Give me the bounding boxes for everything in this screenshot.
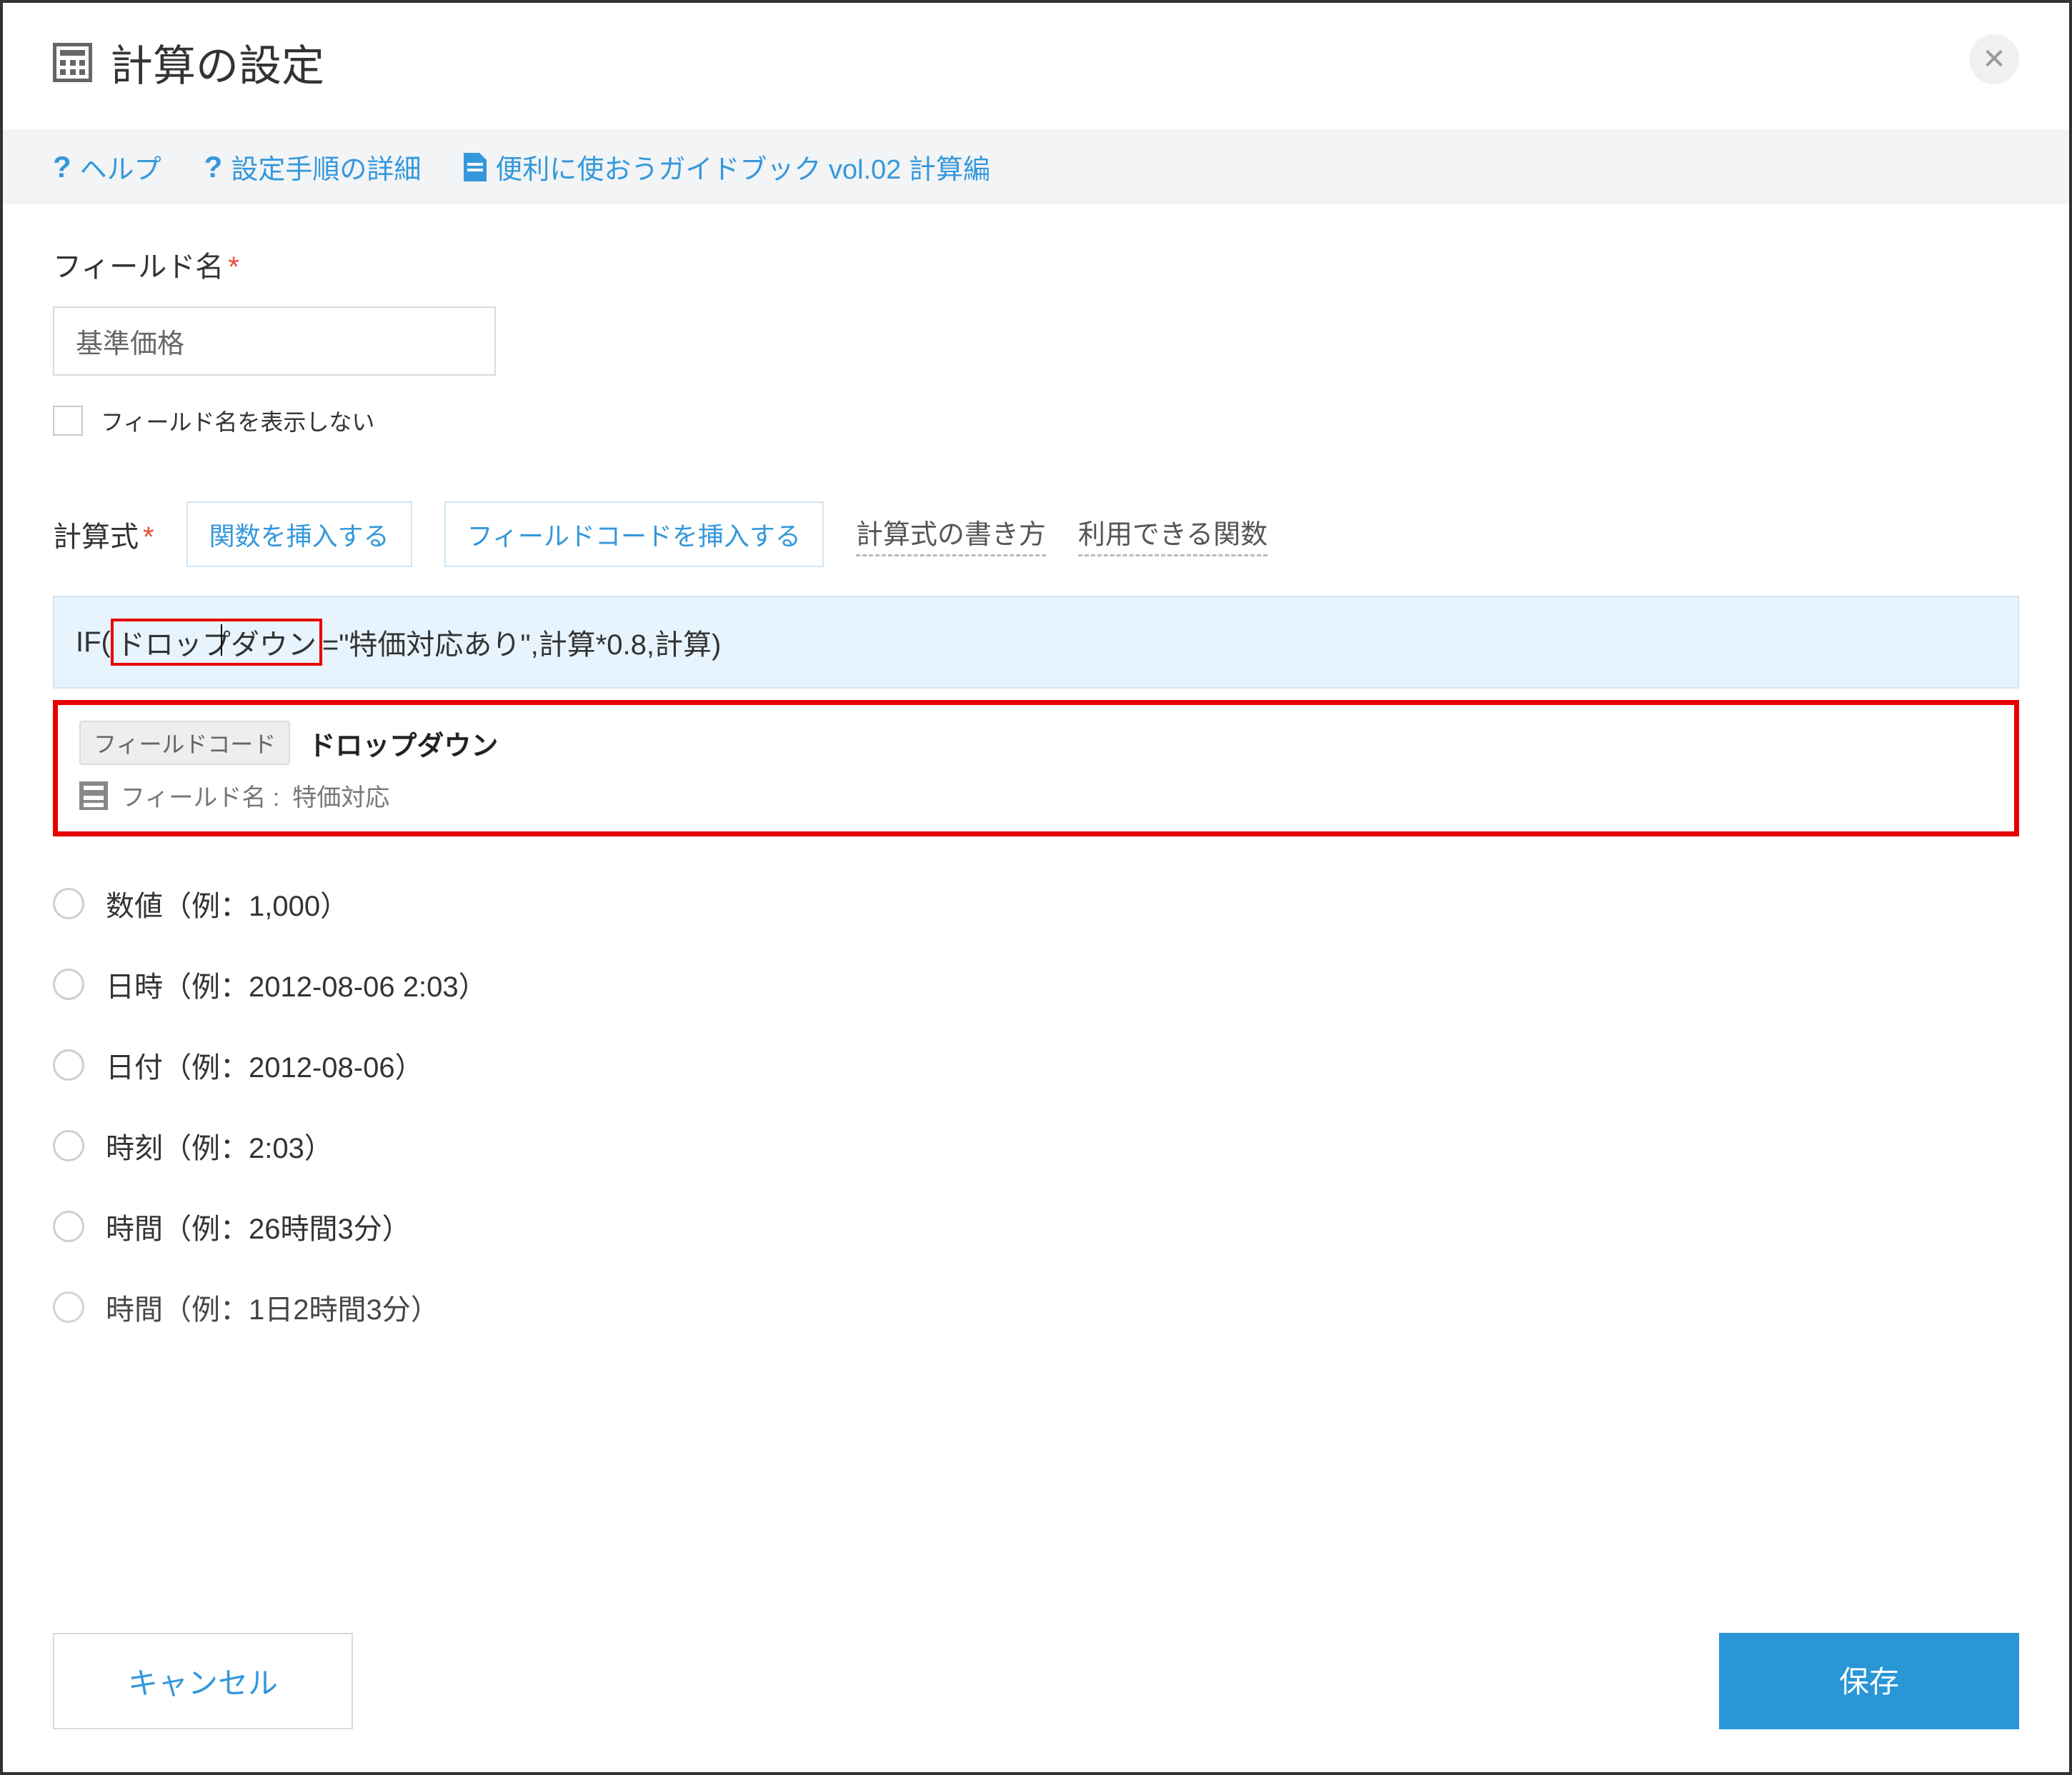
formula-text-prefix: IF( bbox=[76, 626, 111, 659]
text-caret bbox=[221, 624, 222, 656]
radio-label: 時刻（例：2:03） bbox=[106, 1125, 333, 1166]
formula-highlighted-token: ドロップダウン bbox=[111, 619, 322, 666]
help-detail-label: 設定手順の詳細 bbox=[231, 147, 421, 186]
insert-fieldcode-button[interactable]: フィールドコードを挿入する bbox=[444, 501, 824, 567]
question-icon: ? bbox=[204, 150, 223, 184]
fieldcode-tooltip-panel: フィールドコード ドロップダウン フィールド名 : 特価対応 bbox=[53, 700, 2019, 836]
radio-icon bbox=[53, 1291, 84, 1323]
formula-header-row: 計算式* 関数を挿入する フィールドコードを挿入する 計算式の書き方 利用できる… bbox=[53, 501, 2019, 567]
radio-option-duration-hm[interactable]: 時間（例：26時間3分） bbox=[53, 1206, 2019, 1247]
calculation-settings-dialog: 計算の設定 ✕ ? ヘルプ ? 設定手順の詳細 便利に使おうガイドブック vol… bbox=[0, 0, 2072, 1775]
radio-label: 日付（例：2012-08-06） bbox=[106, 1044, 424, 1086]
dialog-body-scroll[interactable]: フィールド名* フィールド名を表示しない 計算式* 関数を挿入する フィールドコ… bbox=[3, 204, 2069, 1593]
tooltip-fieldname-label: フィールド名 : bbox=[121, 778, 279, 813]
insert-function-button[interactable]: 関数を挿入する bbox=[186, 501, 412, 567]
document-icon bbox=[464, 153, 487, 181]
close-button[interactable]: ✕ bbox=[1969, 34, 2019, 84]
help-detail-link[interactable]: ? 設定手順の詳細 bbox=[204, 147, 422, 186]
radio-icon bbox=[53, 888, 84, 919]
fieldcode-value: ドロップダウン bbox=[308, 724, 498, 763]
dialog-footer: キャンセル 保存 bbox=[3, 1593, 2069, 1772]
help-link-label: ヘルプ bbox=[80, 147, 161, 186]
formula-text-suffix: ="特価対応あり",計算*0.8,計算) bbox=[322, 621, 721, 663]
tooltip-fieldname-value: 特価対応 bbox=[292, 778, 389, 813]
radio-option-number[interactable]: 数値（例：1,000） bbox=[53, 883, 2019, 924]
field-icon bbox=[79, 781, 108, 810]
help-guide-label: 便利に使おうガイドブック vol.02 計算編 bbox=[495, 147, 990, 186]
cancel-button[interactable]: キャンセル bbox=[53, 1633, 353, 1729]
display-format-radio-group: 数値（例：1,000） 日時（例：2012-08-06 2:03） 日付（例：2… bbox=[53, 883, 2019, 1328]
radio-label: 日時（例：2012-08-06 2:03） bbox=[106, 964, 487, 1005]
required-mark: * bbox=[143, 521, 154, 553]
radio-icon bbox=[53, 1049, 84, 1081]
dialog-title: 計算の設定 bbox=[110, 31, 324, 94]
radio-label: 数値（例：1,000） bbox=[106, 883, 349, 924]
formula-syntax-link[interactable]: 計算式の書き方 bbox=[856, 512, 1046, 556]
fieldcode-badge: フィールドコード bbox=[79, 721, 290, 765]
help-bar: ? ヘルプ ? 設定手順の詳細 便利に使おうガイドブック vol.02 計算編 bbox=[3, 129, 2069, 204]
formula-label: 計算式* bbox=[53, 514, 154, 555]
formula-textarea[interactable]: IF(ドロップダウン="特価対応あり",計算*0.8,計算) bbox=[53, 596, 2019, 689]
dialog-body-container: フィールド名* フィールド名を表示しない 計算式* 関数を挿入する フィールドコ… bbox=[3, 204, 2069, 1593]
hide-fieldname-row: フィールド名を表示しない bbox=[53, 404, 2019, 437]
radio-label: 時間（例：26時間3分） bbox=[106, 1206, 411, 1247]
radio-option-time[interactable]: 時刻（例：2:03） bbox=[53, 1125, 2019, 1166]
available-functions-link[interactable]: 利用できる関数 bbox=[1078, 512, 1267, 556]
radio-icon bbox=[53, 1130, 84, 1161]
dialog-header: 計算の設定 ✕ bbox=[3, 3, 2069, 115]
question-icon: ? bbox=[53, 150, 71, 184]
radio-option-duration-dhm[interactable]: 時間（例：1日2時間3分） bbox=[53, 1286, 2019, 1328]
help-guide-link[interactable]: 便利に使おうガイドブック vol.02 計算編 bbox=[464, 147, 990, 186]
close-icon: ✕ bbox=[1982, 43, 2006, 76]
calculator-icon bbox=[53, 43, 92, 82]
hide-fieldname-label: フィールド名を表示しない bbox=[101, 404, 374, 437]
hide-fieldname-checkbox[interactable] bbox=[53, 406, 83, 436]
radio-option-date[interactable]: 日付（例：2012-08-06） bbox=[53, 1044, 2019, 1086]
tooltip-line1: フィールドコード ドロップダウン bbox=[79, 721, 1993, 765]
help-link[interactable]: ? ヘルプ bbox=[53, 147, 161, 186]
radio-label: 時間（例：1日2時間3分） bbox=[106, 1286, 439, 1328]
dialog-title-wrap: 計算の設定 bbox=[53, 31, 324, 94]
fieldname-label: フィールド名* bbox=[53, 244, 2019, 285]
tooltip-line2: フィールド名 : 特価対応 bbox=[79, 778, 1993, 813]
save-button[interactable]: 保存 bbox=[1719, 1633, 2019, 1729]
radio-option-datetime[interactable]: 日時（例：2012-08-06 2:03） bbox=[53, 964, 2019, 1005]
required-mark: * bbox=[228, 251, 239, 283]
fieldname-input[interactable] bbox=[53, 306, 496, 376]
radio-icon bbox=[53, 969, 84, 1000]
radio-icon bbox=[53, 1211, 84, 1242]
